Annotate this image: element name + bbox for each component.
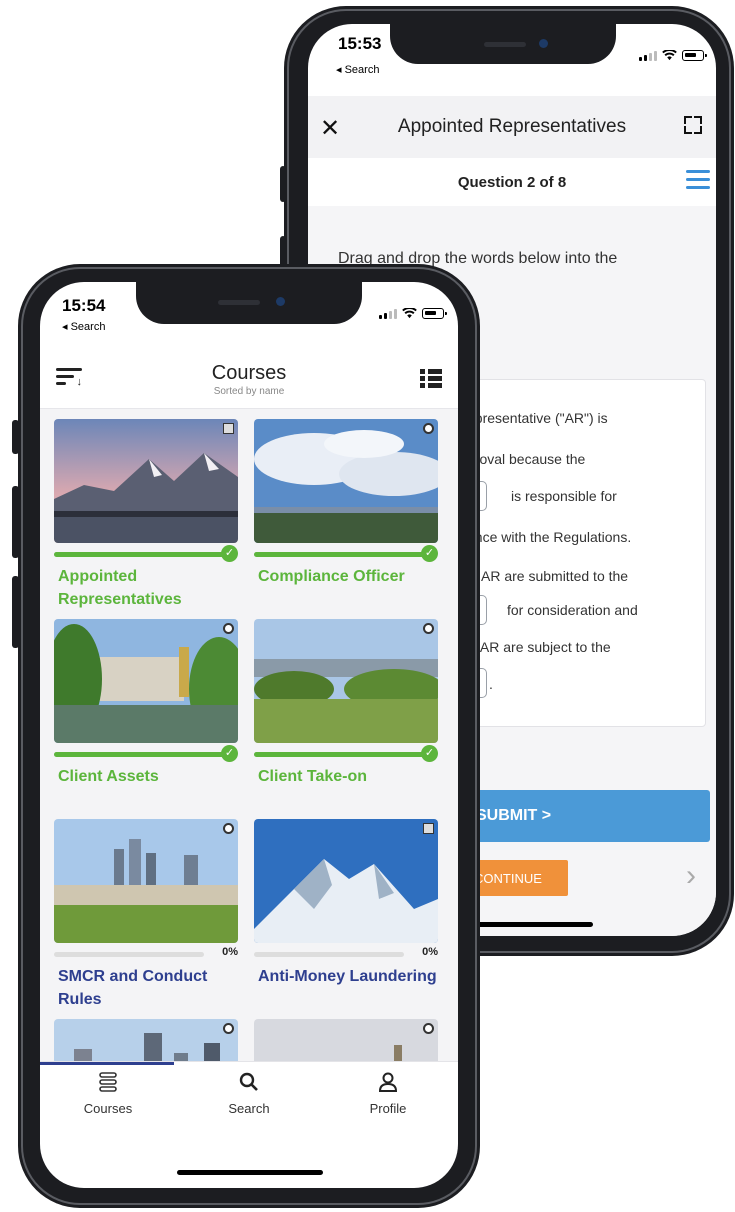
headphones-icon xyxy=(423,423,434,434)
camera-icon xyxy=(423,823,434,834)
check-icon: ✓ xyxy=(421,545,438,562)
question-bar: Question 2 of 8 xyxy=(308,158,716,207)
progress-bar xyxy=(254,552,424,557)
side-button xyxy=(12,420,19,454)
notch xyxy=(136,282,362,324)
submit-button[interactable]: SUBMIT > xyxy=(458,790,710,842)
passage-line: epresentative ("AR") is xyxy=(467,410,608,426)
passage-line: for consideration and xyxy=(507,602,638,618)
courses-header: ↓ Courses Sorted by name xyxy=(40,354,458,409)
progress-bar xyxy=(54,752,224,757)
headphones-icon xyxy=(423,1023,434,1034)
course-grid: ✓ Appointed Representatives ✓ Compliance… xyxy=(40,409,458,1118)
course-title: Client Take-on xyxy=(258,768,368,785)
camera-icon xyxy=(223,423,234,434)
passage-line: ance with the Regulations. xyxy=(467,529,632,545)
sort-subtitle: Sorted by name xyxy=(213,386,285,397)
side-button xyxy=(280,166,286,202)
side-button xyxy=(12,576,19,648)
course-title: Compliance Officer xyxy=(258,568,405,585)
check-icon: ✓ xyxy=(421,745,438,762)
fullscreen-icon[interactable] xyxy=(684,116,702,134)
notch xyxy=(390,24,616,64)
battery-icon xyxy=(422,308,447,319)
course-title: Appointed Representatives xyxy=(58,568,182,608)
course-title: Anti-Money Laundering xyxy=(258,968,437,985)
headphones-icon xyxy=(223,1023,234,1034)
course-thumbnail xyxy=(254,619,438,743)
question-counter: Question 2 of 8 xyxy=(457,174,567,191)
courses-icon xyxy=(99,1072,117,1092)
passage-line: AR are submitted to the xyxy=(481,568,629,584)
tab-courses[interactable]: Courses xyxy=(48,1072,168,1116)
side-button xyxy=(12,486,19,558)
passage-line: . xyxy=(489,676,493,692)
submit-label: SUBMIT > xyxy=(476,807,552,824)
course-title: SMCR and Conduct Rules xyxy=(58,968,208,1008)
course-thumbnail xyxy=(54,819,238,943)
status-time: 15:54 xyxy=(62,296,106,315)
check-icon: ✓ xyxy=(221,745,238,762)
signal-icon xyxy=(379,308,397,319)
quiz-title: Appointed Representatives xyxy=(397,116,627,137)
tab-search[interactable]: Search xyxy=(189,1072,309,1116)
status-time: 15:53 xyxy=(338,34,382,53)
tab-profile[interactable]: Profile xyxy=(328,1072,448,1116)
course-thumbnail xyxy=(254,419,438,543)
progress-bar xyxy=(254,752,424,757)
passage-line: is responsible for xyxy=(511,488,617,504)
status-back-link[interactable]: ◂ Search xyxy=(336,63,379,76)
home-indicator xyxy=(177,1170,323,1175)
drag-drop-card: epresentative ("AR") is proval because t… xyxy=(458,379,706,727)
continue-button[interactable]: CONTINUE xyxy=(468,860,568,896)
next-chevron-icon[interactable]: › xyxy=(686,859,696,893)
course-thumbnail xyxy=(54,619,238,743)
course-title: Client Assets xyxy=(58,768,159,785)
headphones-icon xyxy=(223,823,234,834)
list-view-icon[interactable] xyxy=(420,368,442,388)
check-icon: ✓ xyxy=(221,545,238,562)
passage-line: e AR are subject to the xyxy=(469,639,611,655)
headphones-icon xyxy=(223,623,234,634)
quiz-header: ✕ Appointed Representatives xyxy=(308,96,716,158)
tab-label: Courses xyxy=(83,1101,133,1116)
course-thumbnail xyxy=(254,819,438,943)
signal-icon xyxy=(639,50,657,61)
bottom-tab-bar: Courses Search Profile xyxy=(40,1061,458,1128)
wifi-icon xyxy=(402,308,417,319)
headphones-icon xyxy=(423,623,434,634)
status-icons xyxy=(639,50,707,61)
menu-icon[interactable] xyxy=(686,170,710,194)
passage-line: proval because the xyxy=(467,451,586,467)
wifi-icon xyxy=(662,50,677,61)
course-thumbnail xyxy=(54,419,238,543)
progress-bar xyxy=(54,952,204,957)
tab-label: Search xyxy=(228,1101,270,1116)
tab-label: Profile xyxy=(369,1101,407,1116)
profile-icon xyxy=(378,1072,398,1092)
progress-percent: 0% xyxy=(222,946,238,958)
front-phone-screen: 15:54 ◂ Search ↓ Courses Sorted by name xyxy=(40,282,458,1188)
front-phone-frame: 15:54 ◂ Search ↓ Courses Sorted by name xyxy=(12,264,480,1208)
progress-percent: 0% xyxy=(422,946,438,958)
search-icon xyxy=(239,1072,258,1091)
progress-bar xyxy=(54,552,224,557)
continue-label: CONTINUE xyxy=(474,871,542,886)
page-title: Courses xyxy=(211,362,287,384)
progress-bar xyxy=(254,952,404,957)
active-tab-indicator xyxy=(40,1062,174,1065)
status-back-link[interactable]: ◂ Search xyxy=(62,320,105,333)
status-icons xyxy=(379,308,447,319)
battery-icon xyxy=(682,50,707,61)
